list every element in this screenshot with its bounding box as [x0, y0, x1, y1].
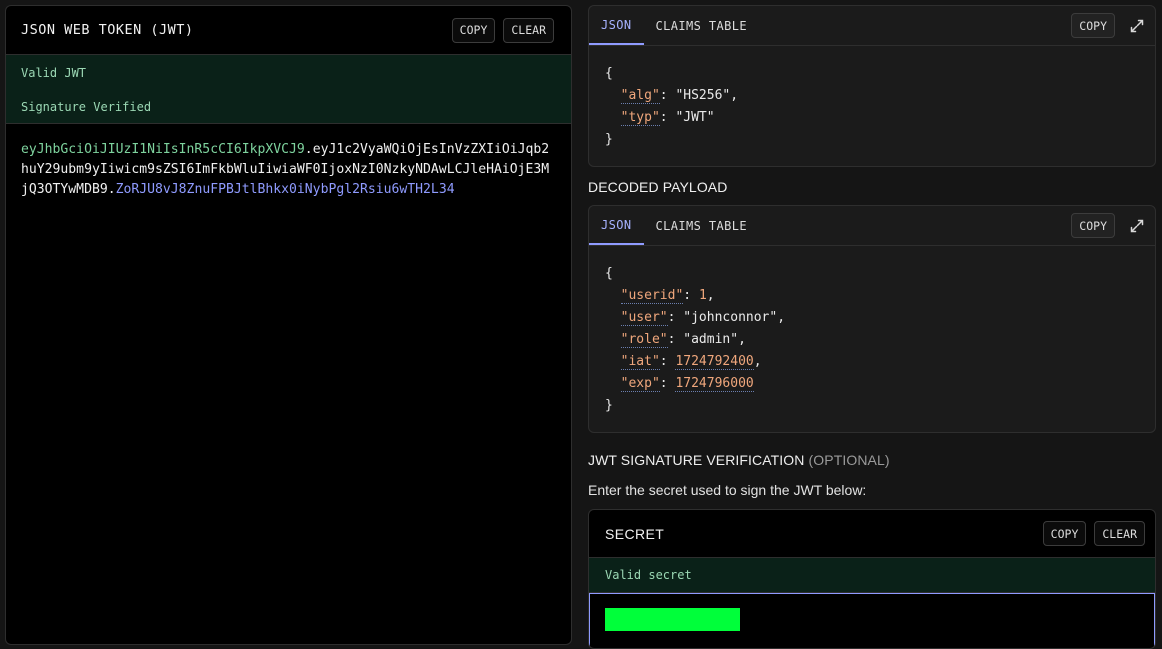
json-value-typ: "JWT": [675, 110, 715, 125]
header-json-view: { "alg": "HS256", "typ": "JWT" }: [605, 66, 739, 147]
valid-secret-status: Valid secret: [589, 558, 1155, 593]
signature-verification-optional: (OPTIONAL): [808, 452, 890, 468]
valid-jwt-status: Valid JWT: [21, 66, 87, 80]
json-value-user: "johnconnor": [683, 310, 778, 325]
secret-card: SECRET COPY CLEAR Valid secret: [588, 509, 1156, 649]
copy-jwt-button[interactable]: COPY: [451, 17, 496, 43]
expand-icon[interactable]: [1129, 218, 1145, 234]
json-value-iat[interactable]: 1724792400: [675, 354, 754, 370]
signature-verification-title: JWT SIGNATURE VERIFICATION: [588, 452, 805, 468]
encoded-jwt-title: JSON WEB TOKEN (JWT): [21, 22, 194, 38]
secret-helper-text: Enter the secret used to sign the JWT be…: [588, 482, 867, 498]
jwt-header-segment: eyJhbGciOiJIUzI1NiIsInR5cCI6IkpXVCJ9: [21, 142, 305, 157]
header-tabs-bar: JSON CLAIMS TABLE COPY: [589, 6, 1155, 46]
secret-input-wrapper: [589, 593, 1155, 648]
jwt-token-textarea[interactable]: eyJhbGciOiJIUzI1NiIsInR5cCI6IkpXVCJ9.eyJ…: [6, 124, 571, 200]
encoded-jwt-panel: JSON WEB TOKEN (JWT) COPY CLEAR Valid JW…: [5, 5, 572, 645]
json-value-userid: 1: [698, 288, 707, 303]
tab-payload-claims-table[interactable]: CLAIMS TABLE: [644, 206, 760, 245]
header-actions: COPY: [1071, 6, 1145, 45]
json-key-role: "role": [620, 332, 668, 348]
payload-tabs-bar: JSON CLAIMS TABLE COPY: [589, 206, 1155, 246]
copy-secret-button[interactable]: COPY: [1042, 521, 1087, 546]
payload-json-view: { "userid": 1, "user": "johnconnor", "ro…: [605, 266, 786, 413]
payload-tabs: JSON CLAIMS TABLE: [589, 206, 759, 245]
jwt-separator: .: [304, 142, 313, 157]
secret-actions: COPY CLEAR: [1042, 521, 1145, 546]
copy-header-button[interactable]: COPY: [1071, 13, 1115, 38]
payload-actions: COPY: [1071, 206, 1145, 245]
expand-icon[interactable]: [1129, 18, 1145, 34]
copy-payload-button[interactable]: COPY: [1071, 213, 1115, 238]
json-value-alg: "HS256": [675, 88, 731, 103]
json-key-exp: "exp": [620, 376, 660, 392]
clear-secret-button[interactable]: CLEAR: [1094, 521, 1145, 546]
secret-header: SECRET COPY CLEAR: [589, 510, 1155, 558]
encoded-jwt-header: JSON WEB TOKEN (JWT) COPY CLEAR: [6, 6, 571, 55]
signature-verified-status: Signature Verified: [21, 100, 152, 114]
jwt-status-banner: Valid JWT Signature Verified: [6, 55, 571, 124]
decoded-payload-card: JSON CLAIMS TABLE COPY { "userid": 1, "u…: [588, 205, 1156, 433]
header-tabs: JSON CLAIMS TABLE: [589, 6, 759, 45]
json-key-user: "user": [620, 310, 668, 326]
encoded-jwt-actions: COPY CLEAR: [451, 17, 554, 43]
decoded-payload-label: DECODED PAYLOAD: [588, 179, 728, 195]
tab-payload-json[interactable]: JSON: [589, 206, 644, 245]
json-key-typ: "typ": [620, 110, 660, 126]
secret-title: SECRET: [605, 525, 665, 542]
tab-header-json[interactable]: JSON: [589, 6, 644, 45]
json-key-alg: "alg": [620, 88, 660, 104]
signature-verification-heading: JWT SIGNATURE VERIFICATION (OPTIONAL): [588, 452, 890, 468]
json-key-userid: "userid": [620, 288, 684, 304]
json-key-iat: "iat": [620, 354, 660, 370]
secret-input[interactable]: [605, 608, 740, 631]
json-value-role: "admin": [683, 332, 739, 347]
jwt-signature-segment: ZoRJU8vJ8ZnuFPBJtlBhkx0iNybPgl2Rsiu6wTH2…: [115, 182, 455, 197]
json-value-exp[interactable]: 1724796000: [675, 376, 754, 392]
clear-jwt-button[interactable]: CLEAR: [503, 17, 554, 43]
jwt-separator: .: [107, 182, 116, 197]
decoded-header-card: JSON CLAIMS TABLE COPY { "alg": "HS256",…: [588, 5, 1156, 167]
tab-header-claims-table[interactable]: CLAIMS TABLE: [644, 6, 760, 45]
